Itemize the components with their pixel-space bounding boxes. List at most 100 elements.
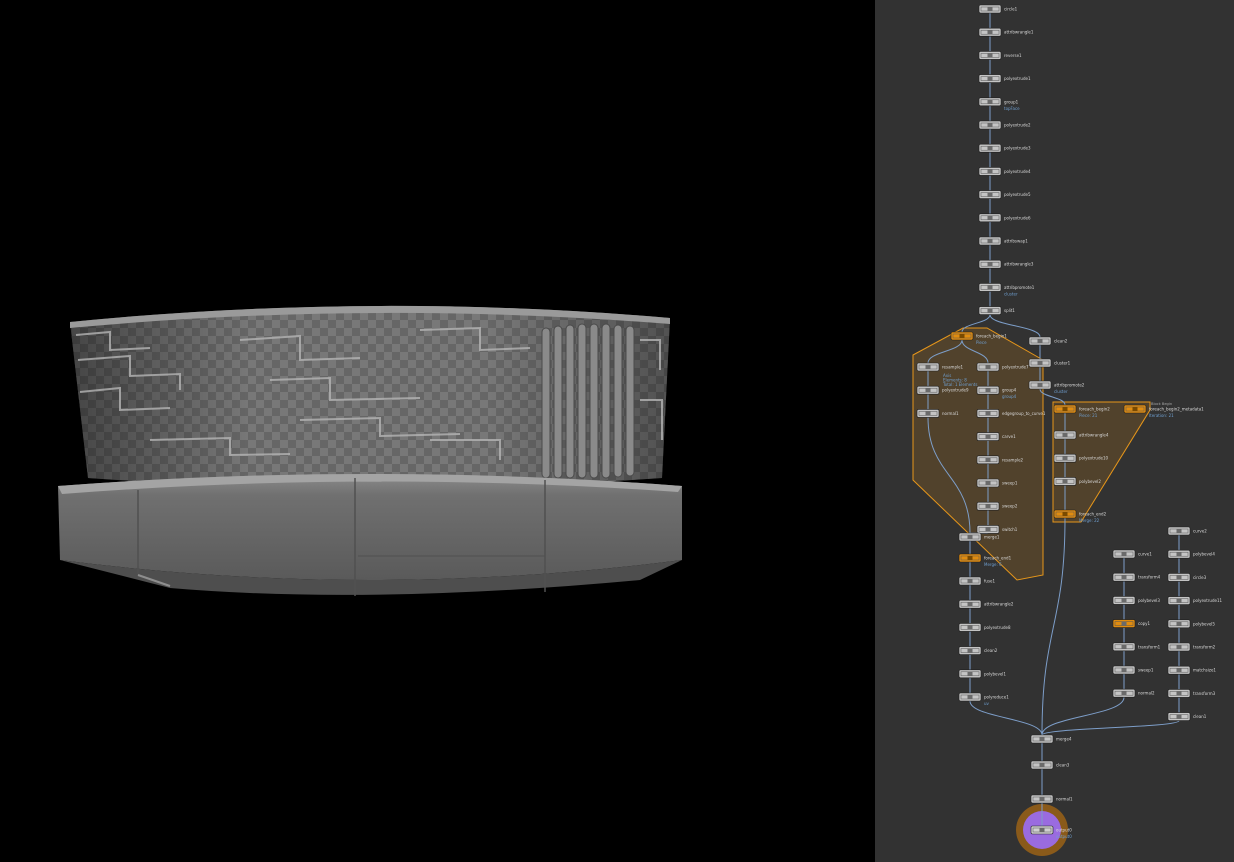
node-transform3[interactable]: transform3 [1167,689,1216,698]
node-label: resample2 [1002,457,1024,462]
node-label: transform1 [1138,644,1161,649]
node-label: foreach_begin1 [976,334,1007,339]
node-label: merge4 [1056,737,1072,742]
node-polyextrude4[interactable]: polyextrude4 [978,167,1031,176]
node-attribswap1[interactable]: attribswap1 [978,236,1028,246]
node-label: group4 [1002,388,1017,393]
node-label: sweep1 [1002,481,1018,486]
node-attribwrangle3[interactable]: attribwrangle3 [978,259,1034,269]
viewport-render [58,305,682,596]
node-label: clean3 [1056,763,1070,768]
network-editor[interactable]: circle1 attribwrangle1 reverse1 polyextrude… [875,0,1234,862]
node-attribwrangle2[interactable]: attribwrangle2 [958,599,1014,609]
node-attribpromote1[interactable]: attribpromote1cluster [978,283,1035,296]
node-label: polybevel1 [984,671,1006,676]
node-curve1[interactable]: curve1 [1112,549,1152,559]
node-subtag: Merge: 22 [1079,518,1100,523]
node-subtag: Merge: 6 [984,562,1002,567]
node-copy1[interactable]: copy1 [1112,619,1151,628]
node-polyextrude3[interactable]: polyextrude3 [978,143,1031,153]
node-label: circle3 [1193,575,1207,580]
node-polyreduce1[interactable]: polyreduce1uv [958,692,1009,706]
node-subtag: group4 [1002,394,1017,399]
node-label: clean2 [1054,339,1068,344]
node-circle1[interactable]: circle1 [978,4,1018,14]
node-cluster1[interactable]: cluster1 [1028,358,1071,368]
node-subtag: output0 [1056,834,1072,839]
node-label: normal2 [1138,691,1155,696]
node-polyextrude1[interactable]: polyextrude1 [978,74,1031,83]
node-curve2[interactable]: curve2 [1167,526,1207,536]
node-subtag: uv [984,701,990,706]
node-label: output0 [1056,828,1072,833]
3d-viewport[interactable] [0,0,875,862]
node-polyextrude2[interactable]: polyextrude2 [978,120,1031,130]
node-label: fuse1 [984,579,995,584]
node-circle3[interactable]: circle3 [1167,573,1207,582]
node-label: sweep2 [1002,504,1018,509]
node-polyextrude6[interactable]: polyextrude6 [978,213,1031,223]
node-label: polyreduce1 [984,695,1009,700]
node-label: polyextrude6 [1004,215,1031,220]
node-subtag: topFace [1004,106,1020,111]
node-normal2[interactable]: normal2 [1112,688,1155,698]
node-polyextrude5[interactable]: polyextrude5 [978,190,1031,199]
node-normal1[interactable]: normal1 [1030,794,1073,804]
node-label: group1 [1004,99,1019,104]
node-label: attribwrangle4 [1079,433,1109,438]
node-label: cluster1 [1054,361,1071,366]
node-subtag: Iteration: 21 [1149,413,1174,418]
node-label: circle1 [1004,7,1018,12]
node-sweep1[interactable]: sweep1 [1112,665,1154,675]
node-label: attribpromote2 [1054,383,1085,388]
node-subtag: Piece: 21 [1079,413,1098,418]
node-label: polyextrude4 [1004,169,1031,174]
node-label: polybevel2 [1079,479,1101,484]
node-polyextrude8[interactable]: polyextrude8 [958,623,1011,632]
node-label: foreach_begin2 [1079,407,1110,412]
loop-note: Total: 1 Elements [942,382,977,387]
node-clean1[interactable]: clean1 [1167,712,1207,721]
node-polybevel4[interactable]: polybevel4 [1167,549,1215,559]
node-graph: circle1 attribwrangle1 reverse1 polyextrude… [912,4,1223,856]
node-label: polyextrude1 [1004,76,1031,81]
connection-wire [969,700,1043,736]
connection-wire [1041,517,1066,736]
base-ring [58,474,682,580]
node-label: curve2 [1193,529,1207,534]
node-split1[interactable]: split1 [978,306,1015,315]
node-fuse1[interactable]: fuse1 [958,576,995,586]
node-label: foreach_end1 [984,556,1012,561]
node-transform2[interactable]: transform2 [1167,642,1216,652]
node-label: polyextrude8 [984,625,1011,630]
node-reverse1[interactable]: reverse1 [978,51,1022,60]
node-label: polybevel5 [1193,621,1215,626]
node-group1[interactable]: group1 topFace [978,97,1020,111]
node-polybevel1[interactable]: polybevel1 [958,669,1006,679]
node-clean2[interactable]: clean2 [1028,336,1068,346]
node-clean3[interactable]: clean3 [1030,760,1070,770]
node-label: edgegroup_to_curve1 [1002,411,1046,416]
node-label: polyextrude11 [1193,598,1223,603]
node-label: attribwrangle3 [1004,262,1034,267]
node-label: clean1 [1193,714,1207,719]
node-label: polyextrude2 [1004,123,1031,128]
node-transform4[interactable]: transform4 [1112,572,1161,582]
node-label: polyextrude9 [942,388,969,393]
node-polybevel3[interactable]: polybevel3 [1112,596,1160,605]
node-polybevel5[interactable]: polybevel5 [1167,619,1215,629]
node-subtag: cluster [1004,291,1018,296]
node-clean2[interactable]: clean2 [958,646,998,655]
node-label: sweep1 [1138,668,1154,673]
node-label: reverse1 [1004,53,1022,58]
node-label: copy1 [1138,621,1151,626]
node-matchsize1[interactable]: matchsize1 [1167,665,1216,675]
node-transform1[interactable]: transform1 [1112,642,1161,652]
node-polyextrude11[interactable]: polyextrude11 [1167,596,1223,605]
node-label: normal1 [942,411,959,416]
node-label: attribswap1 [1004,239,1028,244]
node-label: carve1 [1002,434,1016,439]
node-attribwrangle1[interactable]: attribwrangle1 [978,27,1034,37]
node-label: foreach_begin2_metadata1 [1149,407,1204,412]
node-merge4[interactable]: merge4 [1030,734,1072,744]
